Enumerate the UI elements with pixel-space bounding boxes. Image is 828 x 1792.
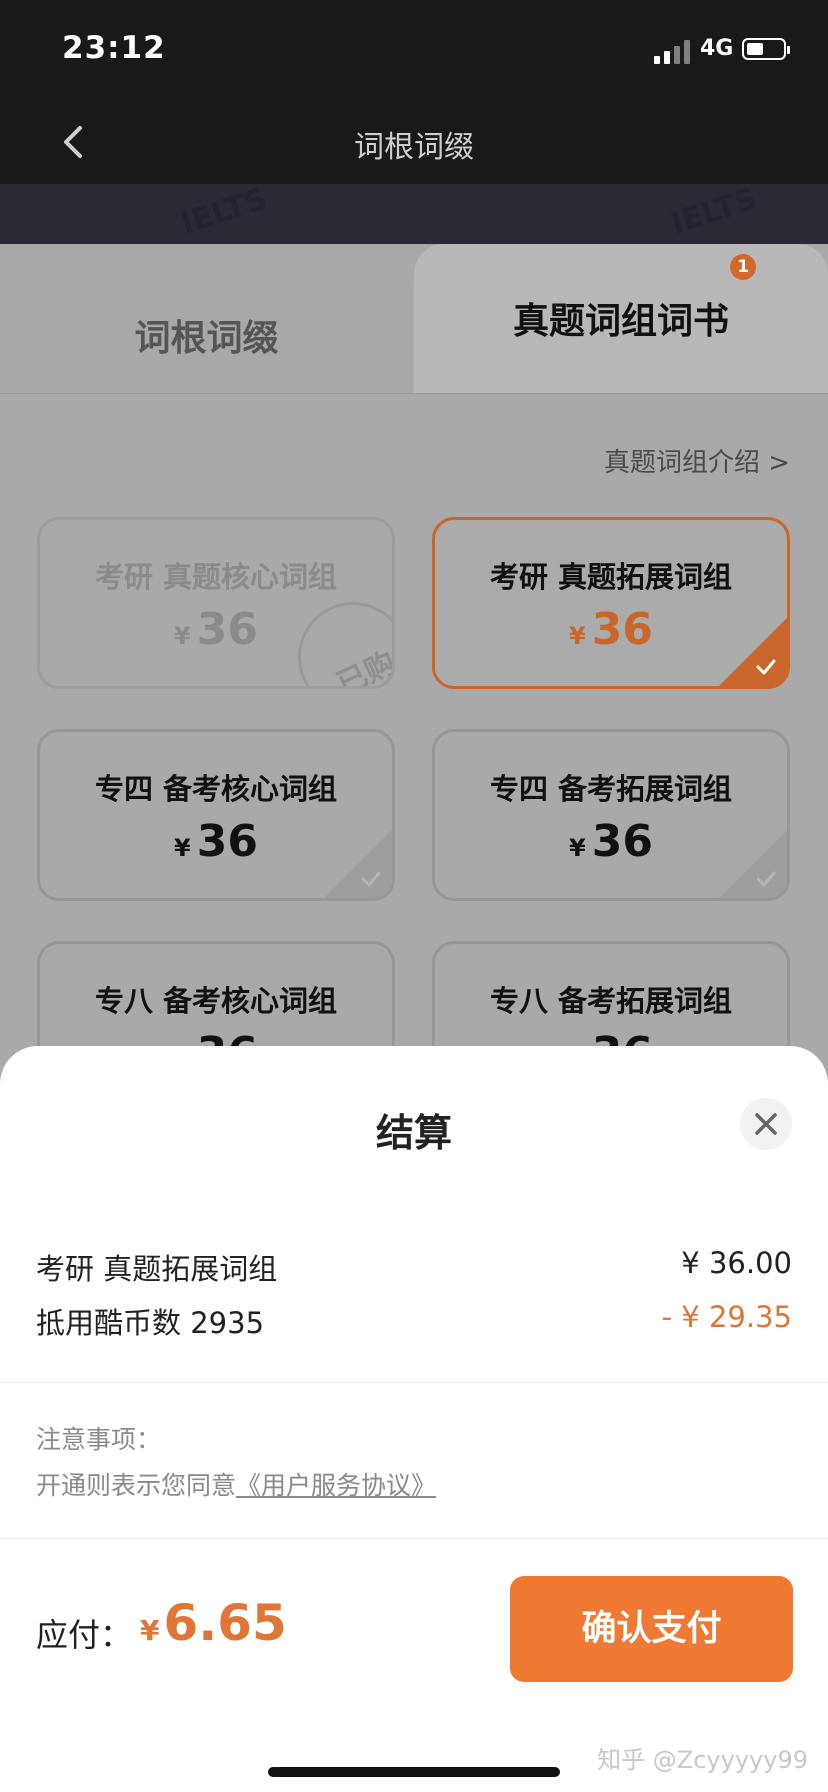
tab-roots-affixes[interactable]: 词根词缀 <box>0 271 413 393</box>
checkout-sheet: 结算 考研 真题拓展词组 ¥ 36.00 抵用酷币数 2935 - ¥ 29.3… <box>0 1046 828 1792</box>
order-item-price: ¥ 36.00 <box>681 1246 792 1280</box>
divider <box>0 1538 828 1539</box>
product-card-selected[interactable]: 考研 真题拓展词组 ¥36 <box>432 517 790 689</box>
source-watermark: 知乎 @Zcyyyyy99 <box>597 1746 808 1774</box>
status-bar: 23:12 4G <box>0 0 828 100</box>
close-icon <box>755 1113 777 1135</box>
tab-label: 真题词组词书 <box>512 301 729 342</box>
product-price: ¥36 <box>174 816 258 867</box>
product-name: 专四 备考拓展词组 <box>489 772 733 806</box>
notification-badge: 1 <box>730 254 756 280</box>
banner-logo: IELTS <box>176 184 272 242</box>
product-name: 专八 备考拓展词组 <box>489 984 733 1018</box>
nav-bar: 词根词缀 <box>0 100 828 184</box>
order-item-name: 考研 真题拓展词组 <box>36 1252 278 1286</box>
amount-due: ¥6.65 <box>140 1594 287 1652</box>
coin-deduction-label: 抵用酷币数 2935 <box>36 1306 265 1340</box>
checkmark-icon <box>756 659 776 675</box>
product-price: ¥36 <box>569 816 653 867</box>
home-indicator[interactable] <box>268 1767 560 1777</box>
product-name: 专四 备考核心词组 <box>94 772 338 806</box>
product-name: 考研 真题核心词组 <box>94 560 338 594</box>
product-name: 考研 真题拓展词组 <box>489 560 733 594</box>
tab-phrase-books[interactable]: 真题词组词书 1 <box>414 244 828 393</box>
amount-due-label: 应付： <box>36 1616 133 1654</box>
tab-label: 词根词缀 <box>134 318 279 359</box>
banner-logo: IELTS <box>666 184 762 242</box>
product-name: 专八 备考核心词组 <box>94 984 338 1018</box>
coin-deduction-amount: - ¥ 29.35 <box>661 1300 792 1334</box>
signal-icon <box>654 40 690 64</box>
status-time: 23:12 <box>62 30 166 66</box>
page-title: 词根词缀 <box>354 130 474 165</box>
checkmark-icon <box>361 871 381 887</box>
product-card[interactable]: 专四 备考核心词组 ¥36 <box>37 729 395 901</box>
user-agreement-link[interactable]: 《用户服务协议》 <box>236 1471 436 1500</box>
tab-divider <box>0 393 828 394</box>
notice-text: 开通则表示您同意《用户服务协议》 <box>36 1471 437 1500</box>
product-card[interactable]: 专四 备考拓展词组 ¥36 <box>432 729 790 901</box>
battery-icon <box>742 38 790 60</box>
close-button[interactable] <box>740 1098 792 1150</box>
checkmark-icon <box>756 871 776 887</box>
product-price: ¥36 <box>569 604 653 655</box>
confirm-payment-button[interactable]: 确认支付 <box>510 1576 793 1682</box>
divider <box>0 1382 828 1383</box>
sheet-title: 结算 <box>375 1111 452 1155</box>
intro-link[interactable]: 真题词组介绍 > <box>604 442 790 479</box>
notice-title: 注意事项： <box>36 1425 162 1454</box>
product-card[interactable]: 考研 真题核心词组 ¥36 已购 <box>37 517 395 689</box>
network-type: 4G <box>700 36 734 61</box>
